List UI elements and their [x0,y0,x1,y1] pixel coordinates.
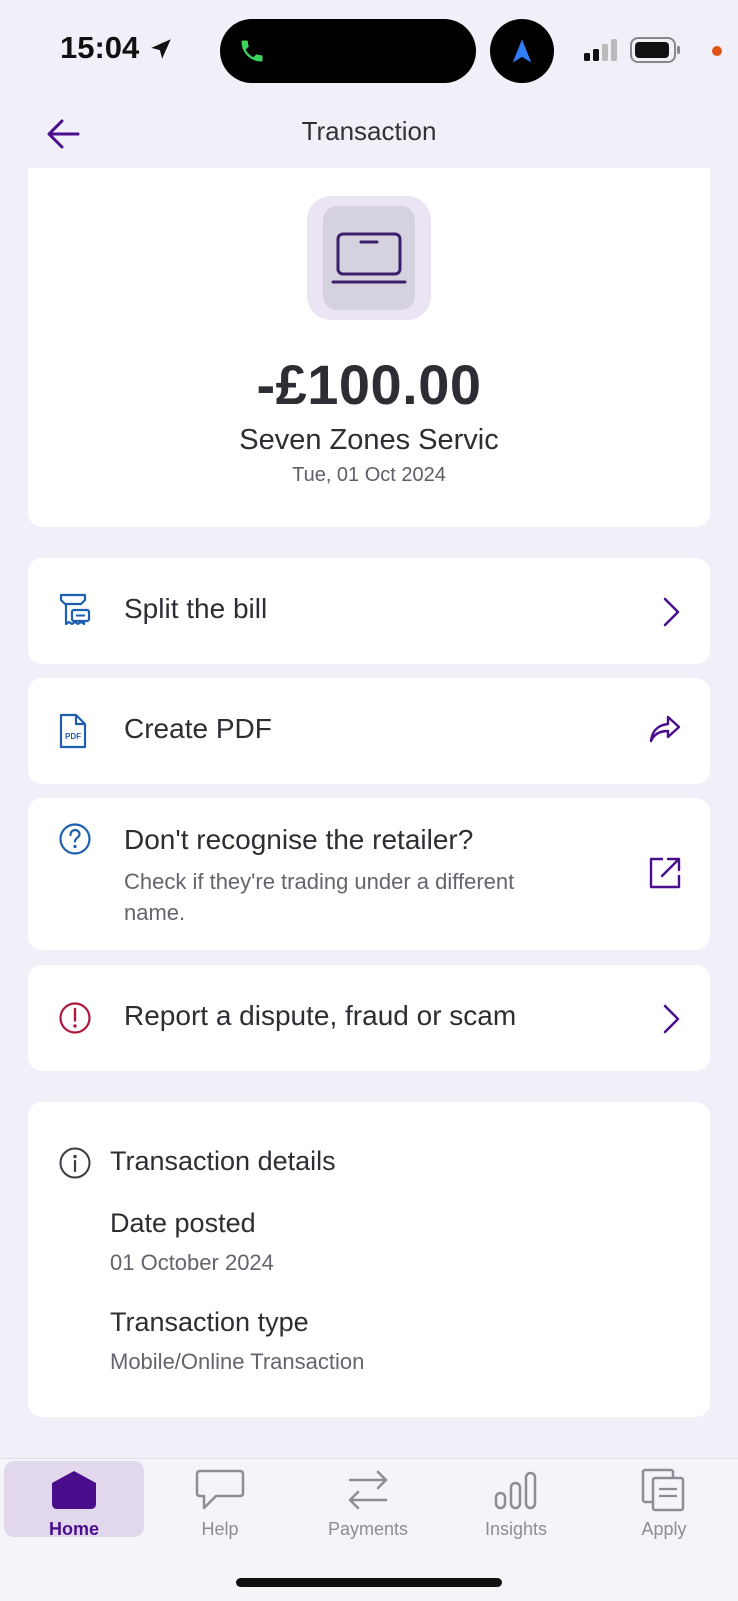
transaction-details-card: Transaction details Date posted 01 Octob… [28,1102,710,1417]
transaction-type-label: Transaction type [110,1307,309,1337]
transaction-amount: -£100.00 [256,353,482,416]
navigation-indicator [490,19,554,83]
external-link-icon [649,857,681,889]
unrecognised-retailer-label: Don't recognise the retailer? [124,824,474,855]
chat-bubble-icon [195,1469,245,1510]
date-posted-label: Date posted [110,1208,256,1238]
date-posted-value: 01 October 2024 [110,1250,274,1275]
status-time: 15:04 [60,30,140,65]
transaction-type-value: Mobile/Online Transaction [110,1349,365,1374]
home-indicator[interactable] [236,1578,502,1587]
home-icon [52,1471,96,1509]
tab-payments[interactable]: Payments [298,1461,438,1539]
header: Transaction [0,100,738,168]
documents-icon [641,1468,685,1512]
create-pdf-button[interactable]: PDF Create PDF [28,678,710,784]
phone-icon [241,40,263,62]
tab-insights-label: Insights [484,1519,548,1539]
tab-help-label: Help [201,1519,239,1539]
receipt-icon [59,593,91,626]
question-icon [59,823,91,855]
create-pdf-label: Create PDF [124,713,272,744]
dynamic-island [220,19,476,83]
report-dispute-label: Report a dispute, fraud or scam [124,1000,517,1031]
location-arrow-icon [151,39,171,59]
tab-apply[interactable]: Apply [594,1461,734,1539]
details-title: Transaction details [110,1146,336,1176]
chevron-right-icon [663,597,680,627]
transaction-date: Tue, 01 Oct 2024 [292,464,446,486]
signal-icon [584,39,617,61]
transfer-arrows-icon [348,1470,388,1510]
status-bar: 15:04 [0,0,738,100]
merchant-name: Seven Zones Servic [239,424,499,456]
bar-chart-icon [494,1471,537,1510]
split-bill-label: Split the bill [124,593,268,624]
pdf-icon: PDF [59,713,87,749]
chevron-right-icon [663,1004,680,1034]
alert-icon [59,1002,91,1034]
laptop-icon [331,232,407,284]
tab-home[interactable]: Home [4,1461,144,1539]
battery-icon [630,37,680,63]
info-icon [59,1147,91,1179]
tab-payments-label: Payments [327,1519,409,1539]
tab-help[interactable]: Help [150,1461,290,1539]
unrecognised-retailer-subtitle: Check if they're trading under a differe… [124,869,515,925]
transaction-summary-card: -£100.00 Seven Zones Servic Tue, 01 Oct … [28,168,710,527]
share-icon [649,715,681,743]
split-bill-button[interactable]: Split the bill [28,558,710,664]
page-title: Transaction [301,116,437,146]
tab-insights[interactable]: Insights [446,1461,586,1539]
tab-home-label: Home [48,1519,99,1539]
unrecognised-retailer-link[interactable]: Don't recognise the retailer? Check if t… [28,798,710,950]
svg-text:PDF: PDF [65,732,81,741]
report-dispute-button[interactable]: Report a dispute, fraud or scam [28,965,710,1071]
navigation-icon [512,39,532,63]
merchant-logo [307,196,431,320]
recording-indicator [712,46,722,56]
tab-apply-label: Apply [641,1519,687,1539]
